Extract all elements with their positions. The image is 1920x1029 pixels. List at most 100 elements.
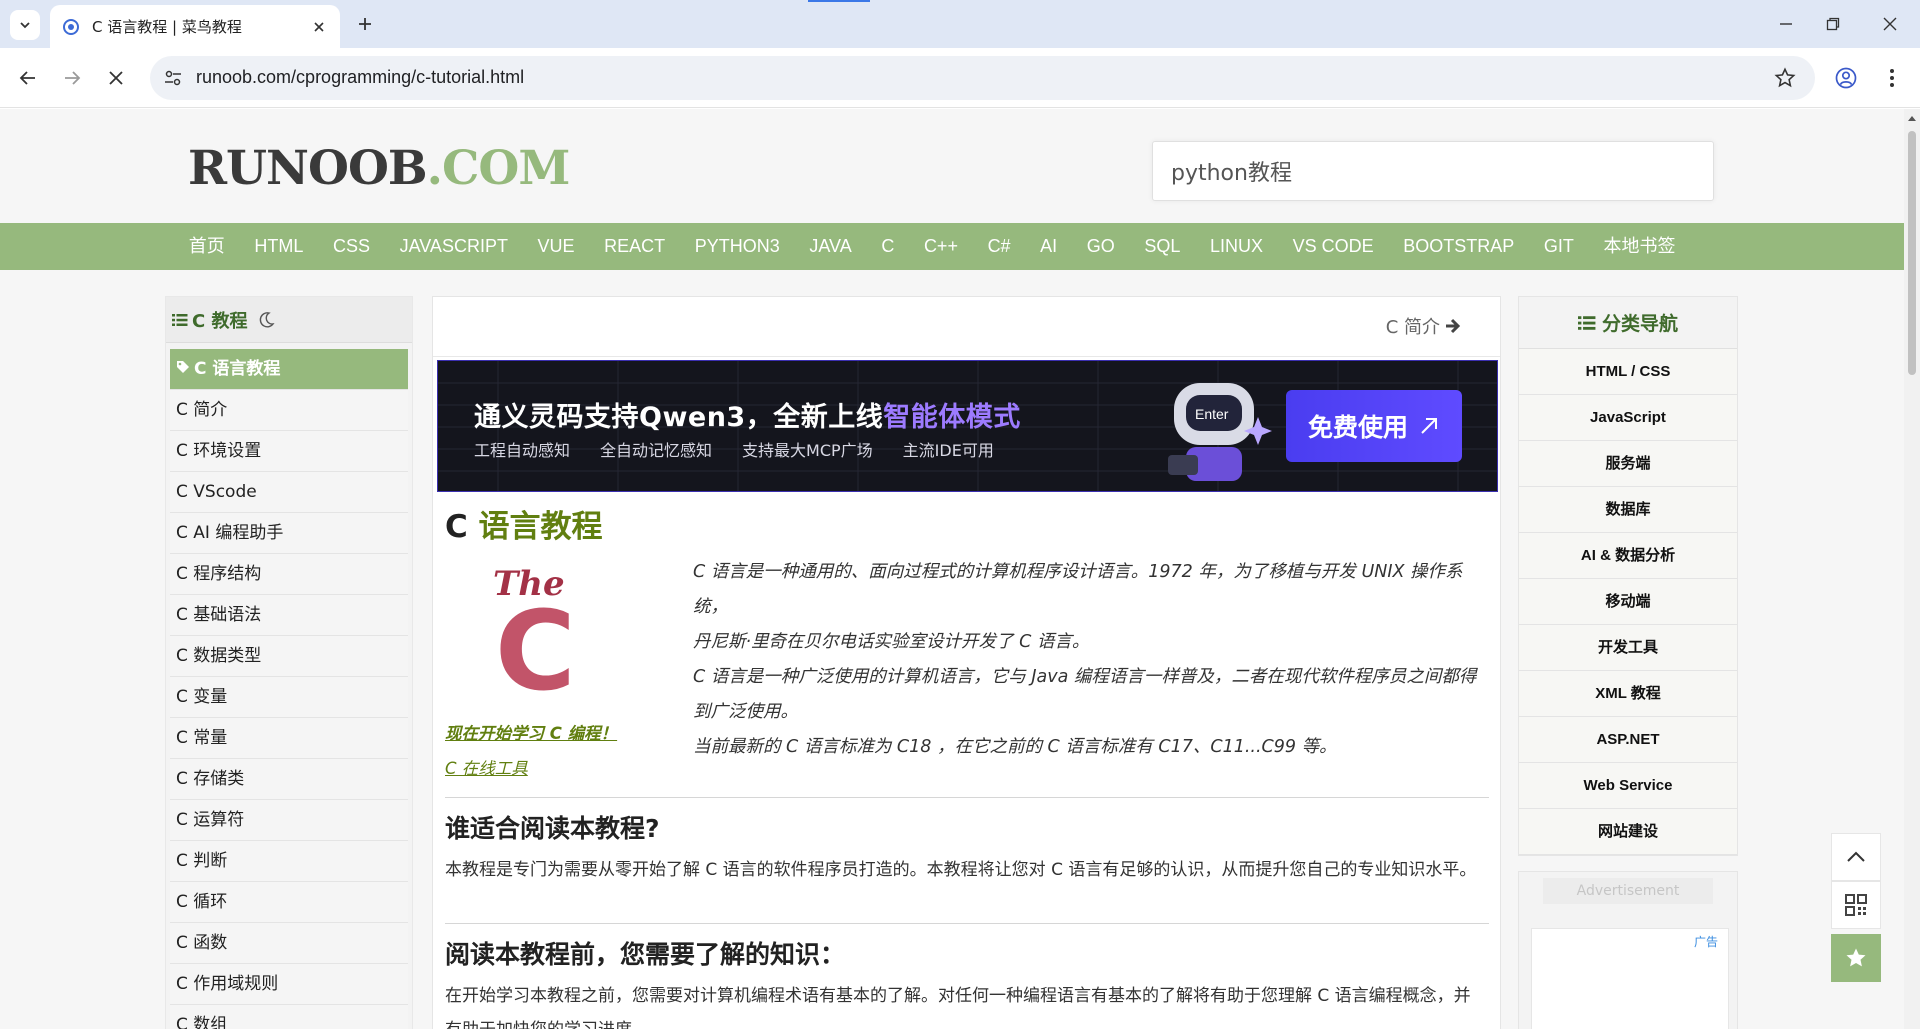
category-nav-item[interactable]: HTML / CSS (1519, 349, 1737, 395)
intro-line: 到广泛使用。 (693, 702, 798, 722)
sidebar-item[interactable]: C 程序结构 (170, 554, 408, 595)
loading-indicator (808, 0, 870, 2)
free-use-button[interactable]: 免费使用 (1286, 390, 1462, 462)
sidebar-item[interactable]: C 简介 (170, 390, 408, 431)
nav-item[interactable]: SQL (1130, 223, 1196, 270)
nav-item[interactable]: JAVA (795, 223, 867, 270)
site-search-input[interactable] (1153, 142, 1713, 200)
sidebar-item[interactable]: C 循环 (170, 882, 408, 923)
scroll-up-arrow-icon[interactable] (1907, 113, 1917, 123)
sidebar-item[interactable]: C 基础语法 (170, 595, 408, 636)
tab-search-button[interactable] (10, 10, 40, 40)
address-bar[interactable]: runoob.com/cprogramming/c-tutorial.html (150, 56, 1815, 100)
browser-menu-icon[interactable] (1876, 62, 1908, 94)
nav-item[interactable]: PYTHON3 (680, 223, 795, 270)
site-search-box[interactable] (1152, 141, 1714, 201)
intro-line: 丹尼斯·里奇在贝尔电话实验室设计开发了 C 语言。 (693, 632, 1090, 652)
sidebar-item[interactable]: C VScode (170, 472, 408, 513)
prerequisites-paragraph: 在开始学习本教程之前，您需要对计算机编程术语有基本的了解。对任何一种编程语言有基… (445, 986, 1471, 1029)
advertisement-slot[interactable]: 广告 (1531, 928, 1729, 1029)
category-nav-item[interactable]: AI & 数据分析 (1519, 533, 1737, 579)
list-icon (172, 313, 188, 327)
category-nav-item[interactable]: 网站建设 (1519, 809, 1737, 855)
minimize-icon[interactable] (1766, 10, 1806, 38)
main-content: C 简介 通义灵码支持Qwen3，全新上线智能体模式 工程自动感知 全自动记忆感知… (432, 296, 1501, 1029)
nav-item[interactable]: HTML (240, 223, 319, 270)
category-nav-item[interactable]: 服务端 (1519, 441, 1737, 487)
category-nav-item[interactable]: XML 教程 (1519, 671, 1737, 717)
nav-item[interactable]: VUE (523, 223, 590, 270)
nav-item[interactable]: AI (1025, 223, 1072, 270)
sidebar-item[interactable]: C AI 编程助手 (170, 513, 408, 554)
category-nav-item[interactable]: ASP.NET (1519, 717, 1737, 763)
category-nav-item[interactable]: 开发工具 (1519, 625, 1737, 671)
nav-item[interactable]: 首页 (174, 223, 240, 270)
sidebar-item[interactable]: C 语言教程 (170, 349, 408, 390)
favorite-button[interactable] (1831, 934, 1881, 982)
sidebar-item[interactable]: C 函数 (170, 923, 408, 964)
qr-code-button[interactable] (1831, 881, 1881, 929)
moon-icon[interactable] (257, 311, 276, 329)
profile-icon[interactable] (1830, 62, 1862, 94)
scrollbar-thumb[interactable] (1908, 131, 1916, 375)
page-scrollbar[interactable] (1904, 109, 1920, 1029)
nav-item[interactable]: 本地书签 (1589, 223, 1691, 270)
tab-close-icon[interactable] (308, 16, 330, 38)
sidebar-item[interactable]: C 运算符 (170, 800, 408, 841)
nav-item[interactable]: CSS (318, 223, 385, 270)
forward-arrow-icon[interactable] (56, 62, 88, 94)
category-nav-item[interactable]: Web Service (1519, 763, 1737, 809)
tag-icon (177, 361, 189, 373)
sidebar-item[interactable]: C 存储类 (170, 759, 408, 800)
nav-item[interactable]: JAVASCRIPT (385, 223, 523, 270)
page-title-dark: C (445, 509, 479, 545)
site-header: RUNOOB.COM (0, 109, 1904, 223)
category-nav-item[interactable]: JavaScript (1519, 395, 1737, 441)
bookmark-star-icon[interactable] (1773, 66, 1797, 90)
category-nav-item[interactable]: 移动端 (1519, 579, 1737, 625)
new-tab-icon[interactable] (352, 11, 378, 37)
site-logo[interactable]: RUNOOB.COM (188, 141, 570, 196)
sidebar-item[interactable]: C 环境设置 (170, 431, 408, 472)
stop-loading-icon[interactable] (100, 62, 132, 94)
close-window-icon[interactable] (1870, 10, 1910, 38)
browser-tab-active[interactable]: C 语言教程 | 菜鸟教程 (50, 5, 340, 48)
site-info-icon[interactable] (162, 67, 184, 89)
left-sidebar: C 教程 C 语言教程 C 简介 C 环境设置 C VScode C AI 编程助手 C … (165, 296, 413, 1029)
audience-paragraph: 本教程是专门为需要从零开始了解 C 语言的软件程序员打造的。本教程将让您对 C … (445, 860, 1477, 880)
sidebar-item[interactable]: C 数组 (170, 1005, 408, 1029)
next-page-link[interactable]: C 简介 (1386, 313, 1462, 339)
nav-item[interactable]: GIT (1529, 223, 1589, 270)
sidebar-item-label: C AI 编程助手 (176, 523, 284, 543)
nav-item[interactable]: C (867, 223, 910, 270)
sidebar-item[interactable]: C 作用域规则 (170, 964, 408, 1005)
page-title-green: 语言教程 (478, 509, 603, 545)
url-text[interactable]: runoob.com/cprogramming/c-tutorial.html (196, 67, 524, 88)
online-tool-link[interactable]: C 在线工具 (445, 755, 528, 779)
nav-item[interactable]: C# (973, 223, 1026, 270)
nav-item[interactable]: LINUX (1195, 223, 1278, 270)
sidebar-item-label: C 运算符 (176, 810, 245, 830)
start-learning-link[interactable]: 现在开始学习 C 编程！ (445, 720, 617, 744)
back-arrow-icon[interactable] (12, 62, 44, 94)
sidebar-item[interactable]: C 变量 (170, 677, 408, 718)
arrow-right-icon (1446, 318, 1461, 334)
banner-title-purple: 智能体模式 (883, 402, 1021, 433)
category-nav-item[interactable]: 数据库 (1519, 487, 1737, 533)
chevron-up-icon (1847, 851, 1865, 862)
browser-toolbar: runoob.com/cprogramming/c-tutorial.html (0, 48, 1920, 108)
nav-item[interactable]: BOOTSTRAP (1388, 223, 1529, 270)
web-page: RUNOOB.COM 首页HTMLCSSJAVASCRIPTVUEREACTPY… (0, 109, 1904, 1029)
restore-icon[interactable] (1813, 10, 1853, 38)
nav-item[interactable]: C++ (909, 223, 973, 270)
nav-item[interactable]: VS CODE (1278, 223, 1389, 270)
sidebar-item[interactable]: C 数据类型 (170, 636, 408, 677)
nav-item[interactable]: REACT (589, 223, 680, 270)
sidebar-item[interactable]: C 常量 (170, 718, 408, 759)
category-nav-title: 分类导航 (1601, 313, 1678, 335)
back-to-top-button[interactable] (1831, 833, 1881, 881)
nav-item[interactable]: GO (1072, 223, 1130, 270)
sidebar-item[interactable]: C 判断 (170, 841, 408, 882)
ad-banner[interactable]: 通义灵码支持Qwen3，全新上线智能体模式 工程自动感知 全自动记忆感知 支持最大M… (437, 360, 1498, 492)
robot-illustration: Enter (1168, 383, 1272, 481)
